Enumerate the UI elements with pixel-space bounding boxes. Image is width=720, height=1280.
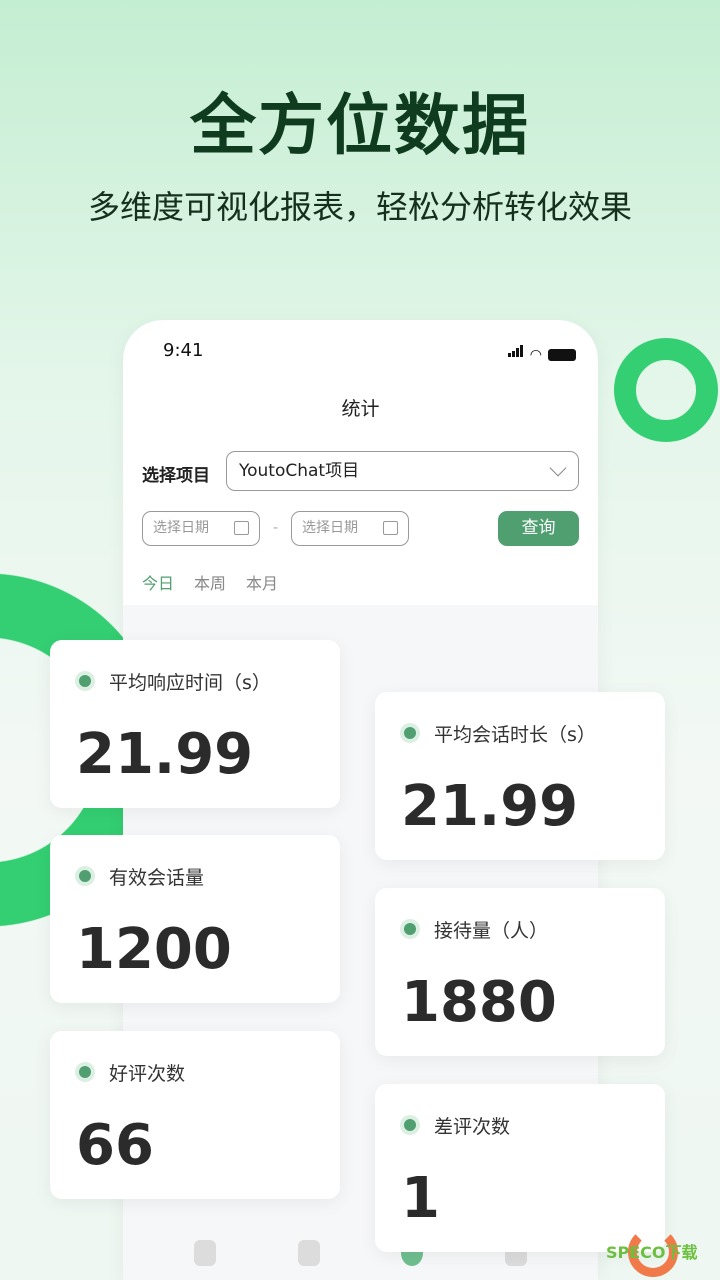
stat-value: 66 — [76, 1113, 154, 1178]
page-title: 统计 — [341, 398, 380, 420]
tab-week[interactable]: 本周 — [194, 570, 226, 594]
stat-card: 平均响应时间（s） 21.99 — [50, 640, 340, 808]
end-date-input[interactable]: 选择日期 — [291, 511, 409, 546]
status-time: 9:41 — [163, 340, 204, 361]
start-date-input[interactable]: 选择日期 — [142, 511, 260, 546]
start-date-placeholder: 选择日期 — [153, 520, 209, 536]
stat-label: 好评次数 — [109, 1063, 186, 1085]
status-icons: ◠ — [507, 342, 576, 363]
stat-label: 接待量（人） — [434, 920, 549, 942]
stat-value: 1 — [401, 1166, 440, 1231]
stat-label: 有效会话量 — [109, 867, 205, 889]
calendar-icon — [383, 521, 398, 535]
date-separator: - — [273, 520, 279, 536]
subheadline: 多维度可视化报表，轻松分析转化效果 — [87, 188, 632, 226]
clipboard-icon[interactable] — [297, 1240, 320, 1266]
project-value: YoutoChat项目 — [239, 461, 360, 481]
watermark-text: SPECO下载 — [606, 1243, 698, 1262]
period-tabs: 今日 本周 本月 — [142, 570, 278, 594]
dot-icon — [404, 727, 416, 739]
wifi-icon: ◠ — [529, 347, 542, 363]
stat-card: 平均会话时长（s） 21.99 — [375, 692, 665, 860]
stat-card: 有效会话量 1200 — [50, 835, 340, 1003]
stat-value: 1880 — [401, 970, 557, 1035]
stat-card: 接待量（人） 1880 — [375, 888, 665, 1056]
stat-label: 平均响应时间（s） — [109, 672, 271, 694]
dot-icon — [79, 675, 91, 687]
chevron-down-icon — [549, 459, 567, 477]
tab-month[interactable]: 本月 — [246, 570, 278, 594]
project-select[interactable]: YoutoChat项目 — [226, 451, 579, 491]
dot-icon — [79, 870, 91, 882]
stat-label: 平均会话时长（s） — [434, 724, 596, 746]
stat-label: 差评次数 — [434, 1116, 511, 1138]
query-button[interactable]: 查询 — [498, 511, 579, 546]
stat-value: 21.99 — [76, 722, 254, 787]
tab-today[interactable]: 今日 — [142, 570, 174, 594]
dot-icon — [79, 1066, 91, 1078]
dot-icon — [404, 1119, 416, 1131]
chat-icon[interactable] — [193, 1240, 216, 1266]
calendar-icon — [234, 521, 249, 535]
project-label: 选择项目 — [142, 466, 210, 486]
headline: 全方位数据 — [190, 87, 530, 164]
dot-icon — [404, 923, 416, 935]
battery-icon — [548, 349, 576, 361]
decorative-ring-right — [614, 338, 718, 442]
watermark-logo: SPECO下载 — [606, 1225, 706, 1280]
signal-icon — [507, 342, 524, 361]
stat-card: 好评次数 66 — [50, 1031, 340, 1199]
end-date-placeholder: 选择日期 — [302, 520, 358, 536]
stat-value: 1200 — [76, 917, 232, 982]
stat-value: 21.99 — [401, 774, 579, 839]
